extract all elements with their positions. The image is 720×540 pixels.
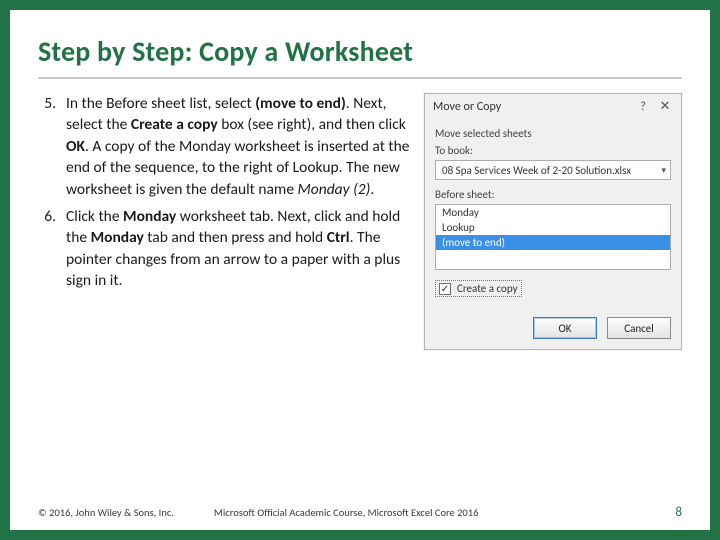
footer: © 2016, John Wiley & Sons, Inc. Microsof… (38, 505, 682, 520)
step-text: In the Before sheet list, select (move t… (66, 93, 410, 200)
list-item-selected[interactable]: (move to end) (436, 235, 670, 250)
steps-list: 5. In the Before sheet list, select (mov… (38, 93, 410, 350)
help-icon[interactable]: ? (635, 100, 651, 114)
dialog-titlebar: Move or Copy ? ✕ (425, 94, 681, 119)
step-6: 6. Click the Monday worksheet tab. Next,… (38, 206, 410, 292)
chevron-down-icon: ▾ (661, 165, 666, 176)
before-sheet-list[interactable]: Monday Lookup (move to end) (435, 204, 671, 270)
step-number: 6. (38, 206, 66, 292)
copyright: © 2016, John Wiley & Sons, Inc. (38, 506, 174, 519)
before-sheet-label: Before sheet: (435, 188, 671, 201)
slide-title: Step by Step: Copy a Worksheet (38, 34, 682, 69)
step-text: Click the Monday worksheet tab. Next, cl… (66, 206, 410, 292)
list-item[interactable]: Monday (436, 205, 670, 220)
title-rule (38, 77, 682, 79)
step-number: 5. (38, 93, 66, 200)
page-number: 8 (675, 505, 682, 520)
list-item[interactable]: Lookup (436, 220, 670, 235)
step-5: 5. In the Before sheet list, select (mov… (38, 93, 410, 200)
dialog-buttons: OK Cancel (425, 307, 681, 349)
create-copy-checkbox[interactable]: ✓ Create a copy (435, 280, 522, 297)
close-icon[interactable]: ✕ (657, 99, 673, 114)
to-book-label: To book: (435, 144, 671, 157)
to-book-value: 08 Spa Services Week of 2-20 Solution.xl… (442, 164, 631, 177)
checkbox-icon: ✓ (439, 283, 451, 295)
to-book-select[interactable]: 08 Spa Services Week of 2-20 Solution.xl… (435, 160, 671, 180)
cancel-button[interactable]: Cancel (607, 317, 671, 339)
move-selected-label: Move selected sheets (435, 127, 671, 140)
create-copy-label: Create a copy (457, 282, 518, 295)
dialog-body: Move selected sheets To book: 08 Spa Ser… (425, 119, 681, 307)
dialog-title-text: Move or Copy (433, 100, 629, 114)
body-row: 5. In the Before sheet list, select (mov… (38, 93, 682, 350)
ok-button[interactable]: OK (533, 317, 597, 339)
dialog-wrap: Move or Copy ? ✕ Move selected sheets To… (424, 93, 682, 350)
course-name: Microsoft Official Academic Course, Micr… (214, 506, 675, 519)
slide: Step by Step: Copy a Worksheet 5. In the… (0, 0, 720, 540)
move-or-copy-dialog: Move or Copy ? ✕ Move selected sheets To… (424, 93, 682, 350)
